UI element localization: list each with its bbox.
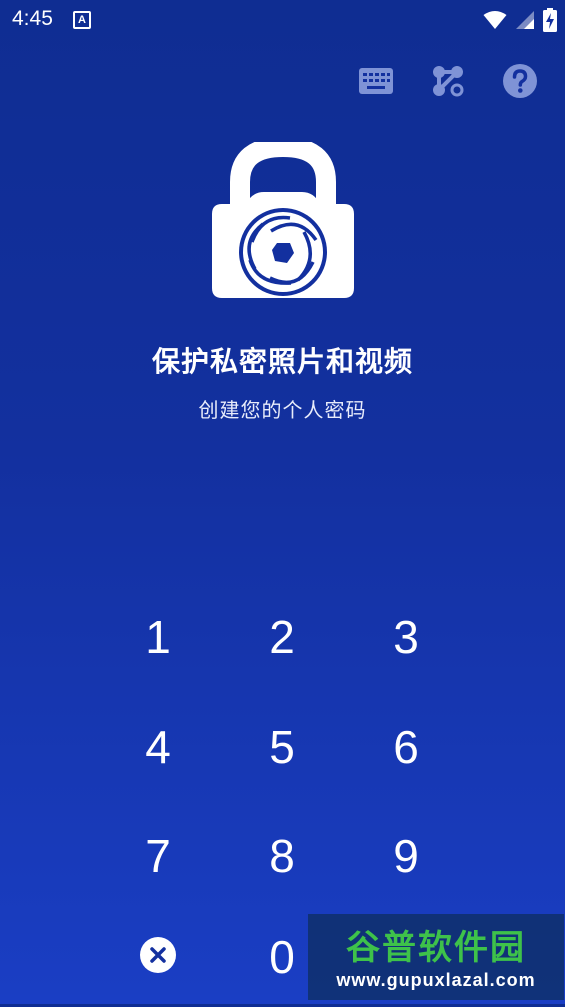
help-button[interactable] <box>503 64 537 98</box>
watermark: 谷普软件园 www.gupuxlazal.com <box>308 914 564 1000</box>
status-time: 4:45 <box>12 7 53 30</box>
pattern-icon <box>433 66 464 97</box>
key-6[interactable]: 6 <box>356 697 456 797</box>
lock-camera-icon <box>212 136 354 298</box>
key-7[interactable]: 7 <box>108 806 208 906</box>
key-5[interactable]: 5 <box>232 697 332 797</box>
pattern-button[interactable] <box>431 64 465 98</box>
signal-icon <box>516 11 534 29</box>
app-logo <box>208 136 358 302</box>
page-subtitle: 创建您的个人密码 <box>198 398 367 422</box>
help-icon <box>503 64 537 98</box>
key-1[interactable]: 1 <box>108 587 208 687</box>
watermark-title: 谷普软件园 <box>346 928 526 968</box>
status-icons <box>483 8 557 32</box>
wifi-icon <box>483 11 507 29</box>
key-8[interactable]: 8 <box>232 806 332 906</box>
status-bar: 4:45 A <box>0 0 565 40</box>
key-2[interactable]: 2 <box>232 587 332 687</box>
key-9[interactable]: 9 <box>356 806 456 906</box>
battery-icon <box>543 8 557 32</box>
page-title: 保护私密照片和视频 <box>151 345 413 378</box>
key-4[interactable]: 4 <box>108 697 208 797</box>
keyboard-button[interactable] <box>359 64 393 98</box>
toolbar <box>359 64 537 98</box>
a-icon: A <box>73 11 91 29</box>
clear-circle <box>140 937 176 973</box>
key-3[interactable]: 3 <box>356 587 456 687</box>
clear-button[interactable] <box>108 905 208 1005</box>
close-icon <box>150 947 166 963</box>
keyboard-icon <box>359 68 393 94</box>
watermark-url: www.gupuxlazal.com <box>336 970 536 990</box>
